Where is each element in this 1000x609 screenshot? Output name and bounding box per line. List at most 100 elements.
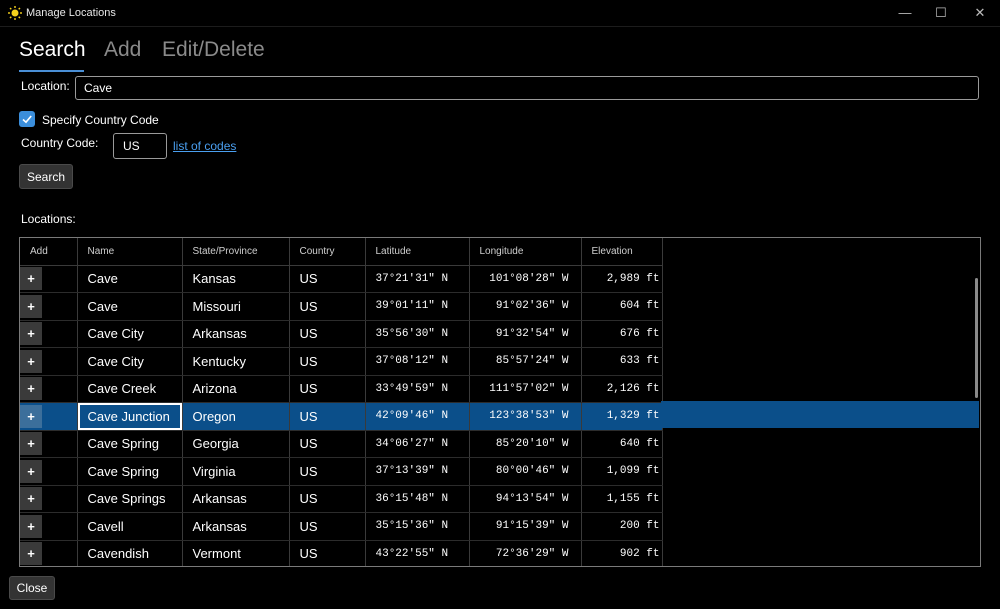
longitude-cell: 80°00'46" W <box>469 457 582 486</box>
location-name-cell[interactable]: Cave <box>77 265 183 293</box>
location-name-cell[interactable]: Cave Creek <box>77 375 183 403</box>
tab-search[interactable]: Search <box>19 38 86 62</box>
state-province-cell: Missouri <box>182 292 290 321</box>
table-row[interactable]: + Cave Spring Virginia US 37°13'39" N 80°00'4… <box>20 457 663 486</box>
table-row[interactable]: + Cavell Arkansas US 35°15'36" N 91°15'39" W2… <box>20 512 663 541</box>
location-input[interactable] <box>75 76 979 100</box>
tab-edit-delete[interactable]: Edit/Delete <box>162 38 265 62</box>
table-row[interactable]: + Cave Junction Oregon US 42°09'46" N 123°38'… <box>20 402 663 431</box>
latitude-cell: 35°56'30" N <box>365 320 470 348</box>
longitude-cell: 85°57'24" W <box>469 347 582 376</box>
minimize-icon[interactable]: — <box>886 0 924 26</box>
location-name-cell[interactable]: Cave Spring <box>77 430 183 458</box>
add-location-button[interactable]: + <box>20 377 42 401</box>
latitude-cell: 39°01'11" N <box>365 292 470 321</box>
column-header-country[interactable]: Country <box>289 238 366 266</box>
table-row[interactable]: + Cave Springs Arkansas US 36°15'48" N 94°13'… <box>20 485 663 513</box>
elevation-cell: 633 ft <box>581 347 663 376</box>
country-cell: US <box>289 540 366 566</box>
locations-label: Locations: <box>21 212 76 226</box>
column-header-state[interactable]: State/Province <box>182 238 290 266</box>
table-row[interactable]: + Cave City Arkansas US 35°56'30" N 91°32'54"… <box>20 320 663 348</box>
table-row[interactable]: + Cave Kansas US 37°21'31" N 101°08'28" W 2,98… <box>20 265 663 293</box>
specify-country-label[interactable]: Specify Country Code <box>42 113 159 127</box>
location-name-cell[interactable]: Cave City <box>77 320 183 348</box>
close-button[interactable]: Close <box>9 576 55 600</box>
latitude-cell: 34°06'27" N <box>365 430 470 458</box>
longitude-cell: 94°13'54" W <box>469 485 582 513</box>
add-location-button[interactable]: + <box>20 267 42 291</box>
longitude-cell: 91°15'39" W <box>469 512 582 541</box>
column-header-latitude[interactable]: Latitude <box>365 238 470 266</box>
add-cell-cell: + <box>20 485 78 513</box>
location-name-cell[interactable]: Cavell <box>77 512 183 541</box>
state-province-cell: Vermont <box>182 540 290 566</box>
location-label: Location: <box>21 79 70 93</box>
location-name-cell[interactable]: Cave Spring <box>77 457 183 486</box>
country-cell: US <box>289 457 366 486</box>
add-location-button[interactable]: + <box>20 432 42 456</box>
table-row[interactable]: + Cave Creek Arizona US 33°49'59" N 111°57'02… <box>20 375 663 403</box>
search-button[interactable]: Search <box>19 164 73 189</box>
state-province-cell: Oregon <box>182 402 290 431</box>
latitude-cell: 33°49'59" N <box>365 375 470 403</box>
longitude-cell: 101°08'28" W <box>469 265 582 293</box>
elevation-cell: 1,155 ft <box>581 485 663 513</box>
add-cell-cell: + <box>20 347 78 376</box>
list-of-codes-link[interactable]: list of codes <box>173 139 236 153</box>
longitude-cell: 91°02'36" W <box>469 292 582 321</box>
longitude-cell: 111°57'02" W <box>469 375 582 403</box>
column-header-longitude[interactable]: Longitude <box>469 238 582 266</box>
add-location-button[interactable]: + <box>20 322 42 346</box>
location-name-cell[interactable]: Cave <box>77 292 183 321</box>
table-row[interactable]: + Cavendish Vermont US 43°22'55" N 72°36'29" … <box>20 540 663 566</box>
location-name-cell[interactable]: Cavendish <box>77 540 183 566</box>
table-row[interactable]: + Cave Spring Georgia US 34°06'27" N 85°20'10… <box>20 430 663 458</box>
location-name-cell[interactable]: Cave City <box>77 347 183 376</box>
add-location-button[interactable]: + <box>20 542 42 566</box>
country-code-input[interactable] <box>113 133 167 159</box>
state-province-cell: Arizona <box>182 375 290 403</box>
country-cell: US <box>289 265 366 293</box>
add-cell-cell: + <box>20 320 78 348</box>
column-header-add[interactable]: Add <box>20 238 78 266</box>
elevation-cell: 2,126 ft <box>581 375 663 403</box>
country-cell: US <box>289 402 366 431</box>
latitude-cell: 37°13'39" N <box>365 457 470 486</box>
add-cell-cell: + <box>20 402 78 431</box>
add-location-button[interactable]: + <box>20 459 42 483</box>
country-cell: US <box>289 430 366 458</box>
table-row[interactable]: + Cave Missouri US 39°01'11" N 91°02'36" W 604… <box>20 292 663 321</box>
window-title: Manage Locations <box>26 7 116 19</box>
close-window-icon[interactable]: ✕ <box>961 0 999 26</box>
latitude-cell: 37°21'31" N <box>365 265 470 293</box>
tab-selected-indicator <box>19 70 84 72</box>
add-cell-cell: + <box>20 292 78 321</box>
add-cell-cell: + <box>20 540 78 566</box>
add-location-button[interactable]: + <box>20 514 42 538</box>
state-province-cell: Kansas <box>182 265 290 293</box>
state-province-cell: Georgia <box>182 430 290 458</box>
latitude-cell: 37°08'12" N <box>365 347 470 376</box>
add-cell-cell: + <box>20 265 78 293</box>
maximize-icon[interactable]: ☐ <box>922 0 960 26</box>
tab-add[interactable]: Add <box>104 38 141 62</box>
add-cell-cell: + <box>20 457 78 486</box>
add-location-button[interactable]: + <box>20 349 42 373</box>
state-province-cell: Kentucky <box>182 347 290 376</box>
country-cell: US <box>289 512 366 541</box>
column-header-name[interactable]: Name <box>77 238 183 266</box>
add-location-button[interactable]: + <box>20 487 42 511</box>
column-header-elevation[interactable]: Elevation <box>581 238 663 266</box>
country-cell: US <box>289 375 366 403</box>
state-province-cell: Arkansas <box>182 320 290 348</box>
add-location-button[interactable]: + <box>20 404 42 428</box>
vertical-scrollbar[interactable] <box>975 278 978 398</box>
table-row[interactable]: + Cave City Kentucky US 37°08'12" N 85°57'24"… <box>20 347 663 376</box>
location-name-cell[interactable]: Cave Junction <box>77 402 183 431</box>
location-name-cell[interactable]: Cave Springs <box>77 485 183 513</box>
longitude-cell: 123°38'53" W <box>469 402 582 431</box>
add-location-button[interactable]: + <box>20 294 42 318</box>
specify-country-checkbox[interactable] <box>19 111 35 127</box>
elevation-cell: 2,989 ft <box>581 265 663 293</box>
